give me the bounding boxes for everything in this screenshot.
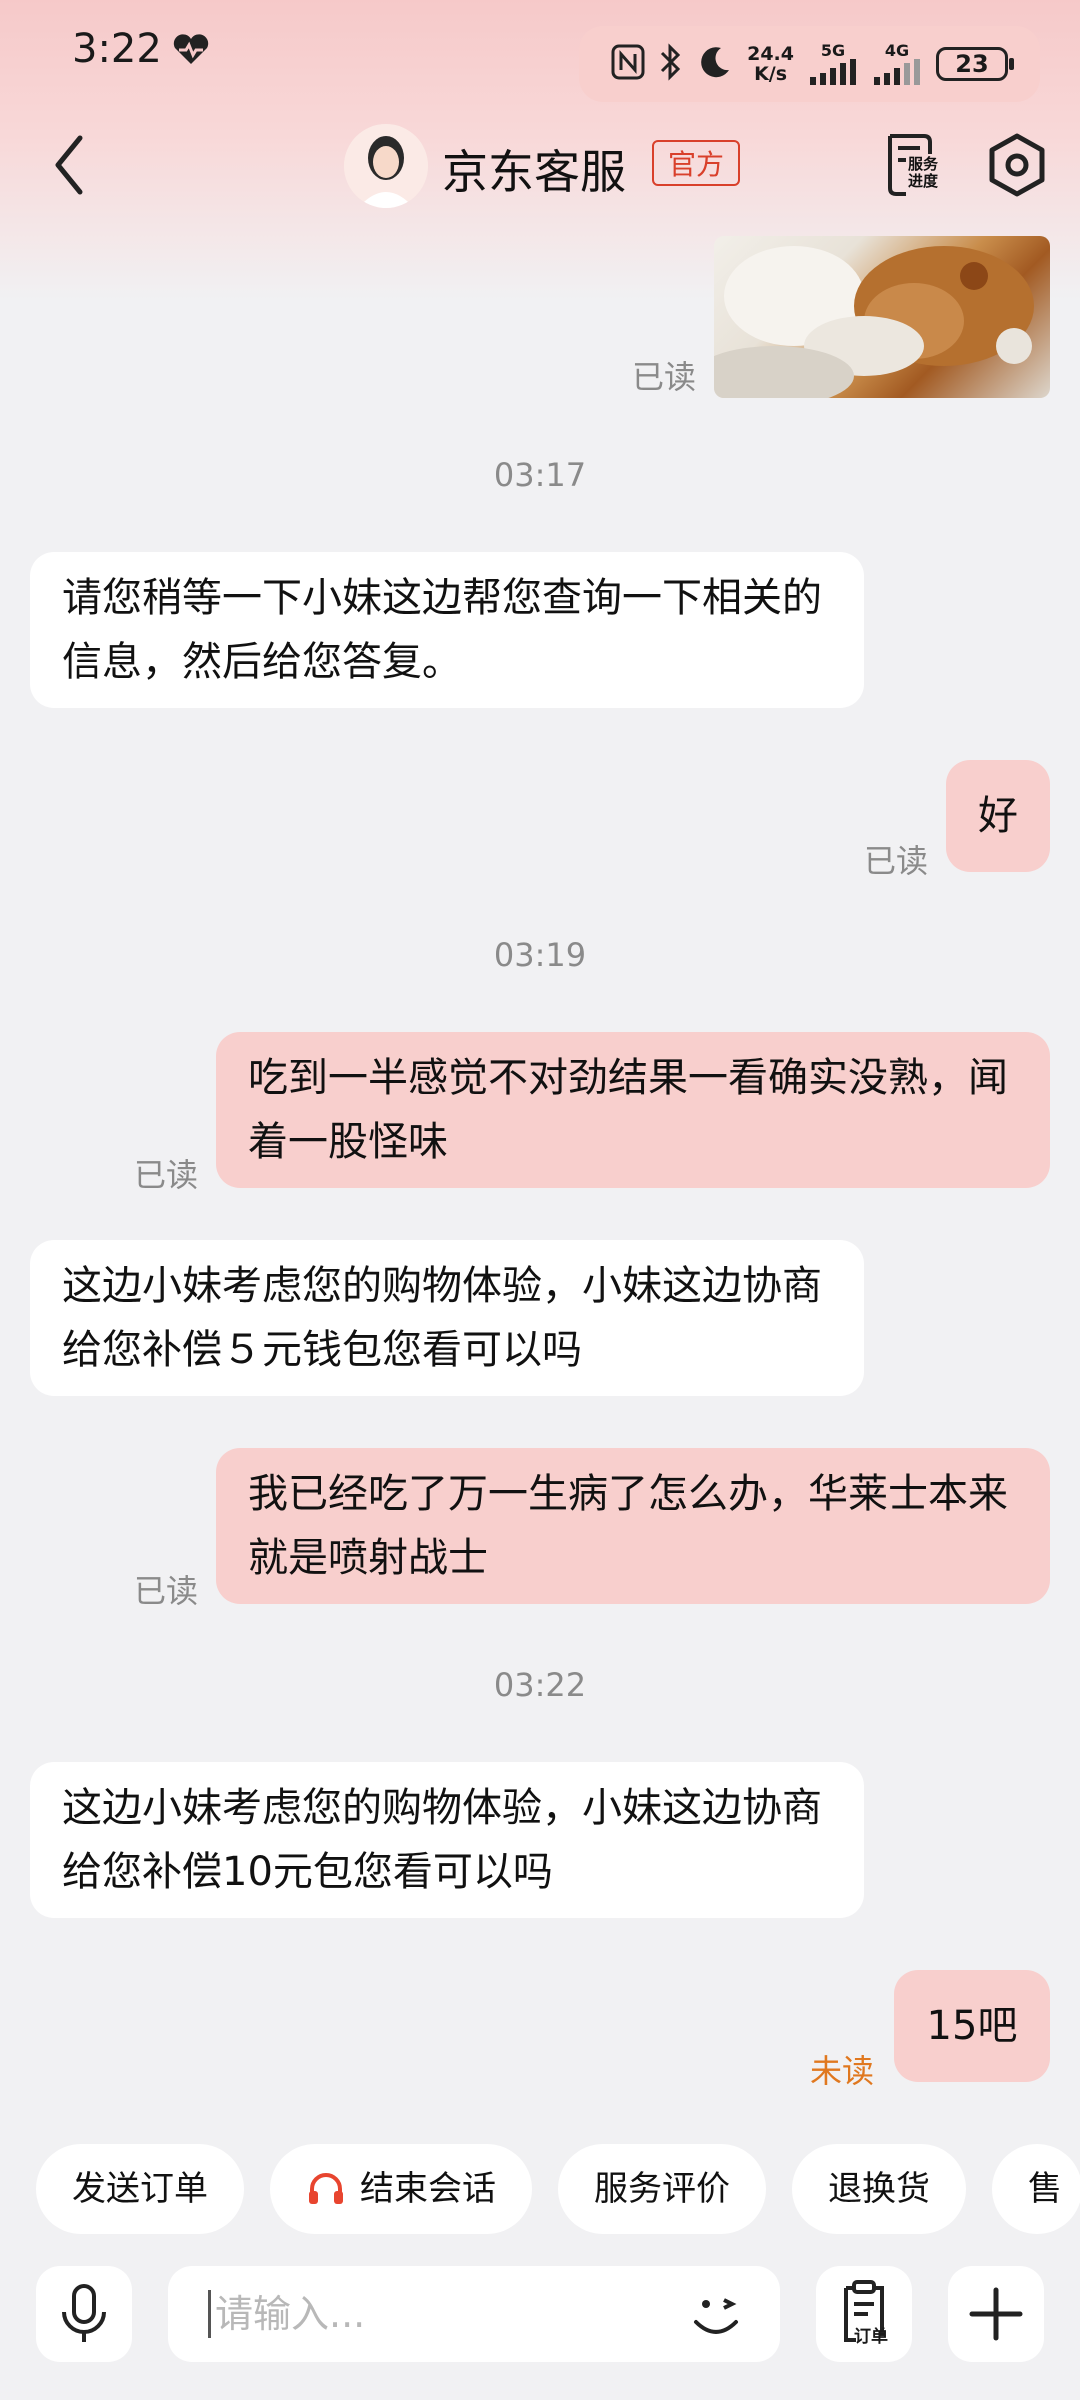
- signal-sim2: 4G: [872, 43, 922, 85]
- agent-message: 请您稍等一下小妹这边帮您查询一下相关的信息，然后给您答复。: [30, 552, 864, 708]
- chat-title: 京东客服: [442, 145, 626, 199]
- service-rating-label: 服务评价: [594, 2169, 730, 2209]
- order-label: 订单: [854, 2327, 888, 2347]
- timestamp: 03:19: [493, 936, 587, 974]
- network-speed-value: 24.4: [747, 43, 794, 65]
- sent-food-photo[interactable]: [714, 236, 1050, 398]
- status-bar: 3:22 24.4 K/s 5G 4G 23: [0, 0, 1080, 102]
- emoji-button[interactable]: [680, 2278, 752, 2350]
- read-status: 已读: [134, 1572, 199, 1610]
- gear-icon: [989, 133, 1045, 197]
- network-speed-unit: K/s: [754, 63, 788, 85]
- return-exchange-label: 退换货: [828, 2169, 930, 2209]
- order-button[interactable]: 订单: [816, 2266, 912, 2362]
- timestamp: 03:22: [493, 1666, 587, 1704]
- agent-message: 这边小妹考虑您的购物体验，小妹这边协商给您补偿５元钱包您看可以吗: [30, 1240, 864, 1396]
- agent-message: 这边小妹考虑您的购物体验，小妹这边协商给您补偿10元包您看可以吗: [30, 1762, 864, 1918]
- headset-icon: [309, 2173, 343, 2204]
- settings-button[interactable]: [982, 130, 1052, 200]
- sim1-type: 5G: [820, 41, 846, 60]
- wink-emoji-icon: [694, 2298, 738, 2334]
- read-status: 已读: [134, 1156, 199, 1194]
- service-progress-button[interactable]: 服务 进度: [880, 130, 950, 200]
- health-icon: [172, 34, 210, 70]
- input-placeholder: 请输入...: [208, 2290, 365, 2338]
- nfc-icon: [611, 44, 645, 84]
- quick-actions-bar: 发送订单 结束会话 服务评价 退换货 售: [36, 2144, 1080, 2234]
- unread-status: 未读: [810, 2052, 875, 2090]
- return-exchange-button[interactable]: 退换货: [792, 2144, 966, 2234]
- chevron-left-icon: [55, 135, 83, 195]
- clipboard-icon: [844, 2280, 884, 2342]
- sim2-type: 4G: [884, 41, 910, 60]
- service-rating-button[interactable]: 服务评价: [558, 2144, 766, 2234]
- input-bar: 请输入... 订单: [0, 2266, 1080, 2366]
- user-message: 好: [946, 760, 1050, 872]
- agent-avatar[interactable]: [344, 124, 428, 208]
- clock: 3:22: [72, 26, 162, 72]
- network-speed: 24.4 K/s: [747, 44, 794, 84]
- plus-icon: [969, 2287, 1023, 2341]
- after-sales-label: 售: [1028, 2169, 1062, 2209]
- read-status: 已读: [632, 358, 697, 396]
- signal-sim1: 5G: [808, 43, 858, 85]
- battery-icon: 23: [936, 47, 1014, 81]
- official-badge: 官方: [652, 140, 741, 186]
- back-button[interactable]: [50, 130, 90, 200]
- user-message: 我已经吃了万一生病了怎么办，华莱士本来就是喷射战士: [216, 1448, 1050, 1604]
- send-order-label: 发送订单: [72, 2169, 208, 2209]
- microphone-icon: [62, 2284, 106, 2342]
- timestamp: 03:17: [493, 456, 587, 494]
- after-sales-button[interactable]: 售: [992, 2144, 1080, 2234]
- voice-input-button[interactable]: [36, 2266, 132, 2362]
- battery-level: 23: [955, 50, 989, 78]
- more-options-button[interactable]: [948, 2266, 1044, 2362]
- chat-header: 京东客服 官方 服务 进度: [0, 100, 1080, 230]
- send-order-button[interactable]: 发送订单: [36, 2144, 244, 2234]
- dnd-moon-icon: [697, 44, 733, 84]
- service-progress-label: 服务 进度: [908, 155, 939, 190]
- user-message: 15吧: [894, 1970, 1050, 2082]
- signal-bars-icon: [874, 59, 920, 85]
- user-message: 吃到一半感觉不对劲结果一看确实没熟，闻着一股怪味: [216, 1032, 1050, 1188]
- signal-bars-icon: [810, 59, 856, 85]
- read-status: 已读: [864, 842, 929, 880]
- message-input[interactable]: 请输入...: [168, 2266, 780, 2362]
- end-session-label: 结束会话: [360, 2169, 496, 2209]
- bluetooth-icon: [659, 43, 683, 85]
- end-session-button[interactable]: 结束会话: [270, 2144, 532, 2234]
